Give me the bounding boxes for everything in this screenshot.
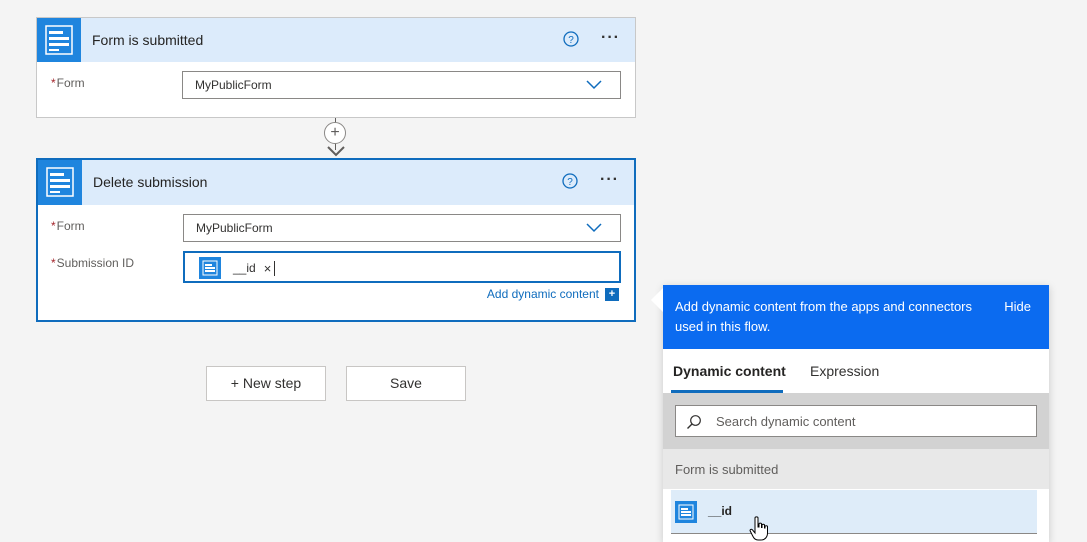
form-icon (675, 501, 697, 523)
form-icon (37, 18, 81, 62)
section-header: Form is submitted (663, 449, 1049, 489)
dynamic-item[interactable]: __id (671, 490, 1037, 534)
help-icon[interactable]: ? (562, 173, 578, 189)
form-field-label: *Form (51, 76, 85, 90)
action-card-header[interactable]: Delete submission ? ··· (38, 160, 634, 205)
hand-cursor-icon (749, 516, 768, 541)
panel-header-text: Add dynamic content from the apps and co… (675, 299, 973, 334)
submission-id-input[interactable]: __id × (183, 251, 621, 283)
trigger-card: Form is submitted ? ··· *Form MyPublicFo… (36, 17, 636, 118)
trigger-card-header[interactable]: Form is submitted ? ··· (37, 18, 635, 62)
dynamic-item-label: __id (708, 504, 733, 518)
remove-token-icon[interactable]: × (264, 261, 272, 276)
insert-step-button[interactable]: + (324, 122, 346, 144)
form-select[interactable]: MyPublicForm (182, 71, 621, 99)
form-field-label: *Form (51, 219, 85, 233)
form-select-value: MyPublicForm (196, 221, 273, 235)
action-title: Delete submission (93, 174, 208, 190)
arrow-down-icon (327, 146, 345, 157)
tab-dynamic-content[interactable]: Dynamic content (673, 363, 786, 379)
search-area (663, 393, 1049, 449)
dynamic-token[interactable]: __id × (199, 256, 271, 280)
save-button[interactable]: Save (346, 366, 466, 401)
add-dynamic-content-link[interactable]: Add dynamic content + (487, 287, 619, 301)
panel-header: Add dynamic content from the apps and co… (663, 285, 1049, 349)
plus-icon: + (605, 287, 619, 301)
token-label: __id (233, 261, 256, 275)
hide-panel-button[interactable]: Hide (1004, 299, 1031, 314)
svg-text:?: ? (568, 35, 574, 46)
panel-tabs: Dynamic content Expression (663, 349, 1049, 393)
search-icon (687, 415, 701, 429)
search-box[interactable] (675, 405, 1037, 437)
dynamic-content-panel: Add dynamic content from the apps and co… (663, 285, 1049, 542)
svg-text:?: ? (567, 177, 573, 188)
form-icon (38, 160, 82, 205)
new-step-button[interactable]: + New step (206, 366, 326, 401)
tab-expression[interactable]: Expression (810, 363, 879, 379)
form-select-value: MyPublicForm (195, 78, 272, 92)
help-icon[interactable]: ? (563, 31, 579, 47)
chevron-down-icon (586, 80, 602, 90)
panel-pointer (651, 288, 663, 312)
submission-id-label: *Submission ID (51, 256, 135, 270)
form-select[interactable]: MyPublicForm (183, 214, 621, 242)
more-options-icon[interactable]: ··· (600, 172, 622, 190)
text-caret (274, 261, 275, 276)
search-input[interactable] (716, 406, 1016, 436)
trigger-title: Form is submitted (92, 32, 204, 48)
form-icon (199, 257, 221, 279)
more-options-icon[interactable]: ··· (601, 30, 623, 48)
action-card: Delete submission ? ··· *Form MyPublicFo… (36, 158, 636, 322)
chevron-down-icon (586, 223, 602, 233)
